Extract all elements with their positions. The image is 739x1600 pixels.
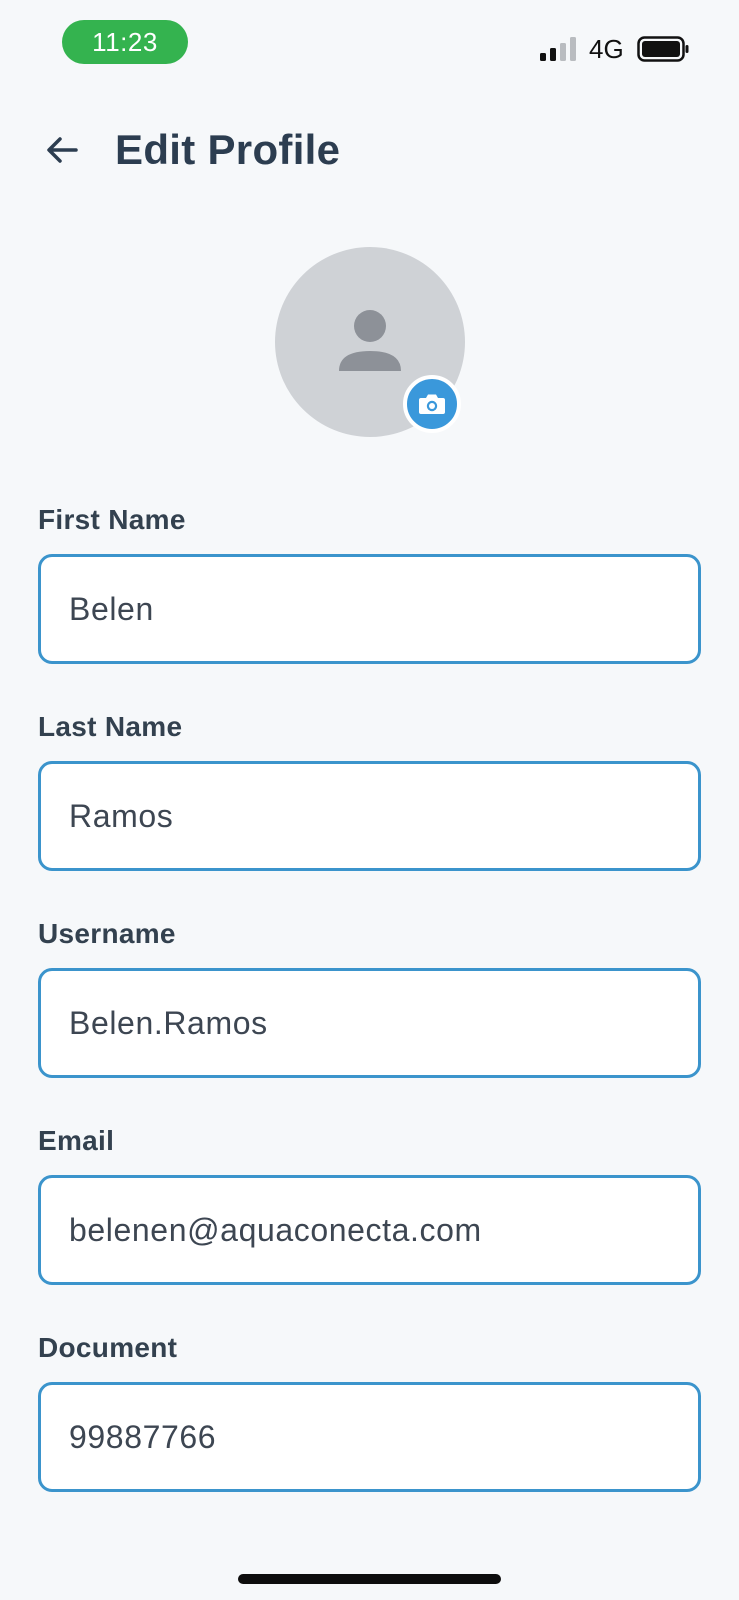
first-name-label: First Name bbox=[38, 504, 186, 535]
person-icon bbox=[339, 310, 401, 371]
avatar-section bbox=[275, 247, 465, 437]
status-time: 11:23 bbox=[62, 20, 188, 64]
first-name-field: First Name bbox=[38, 502, 701, 664]
page-title: Edit Profile bbox=[115, 126, 341, 173]
username-label: Username bbox=[38, 918, 176, 949]
email-input[interactable] bbox=[38, 1175, 701, 1285]
camera-icon bbox=[419, 394, 445, 414]
document-label: Document bbox=[38, 1332, 178, 1363]
email-label: Email bbox=[38, 1125, 115, 1156]
username-field: Username bbox=[38, 916, 701, 1078]
username-input[interactable] bbox=[38, 968, 701, 1078]
signal-icon bbox=[540, 37, 576, 61]
change-photo-button[interactable] bbox=[403, 375, 461, 433]
last-name-label: Last Name bbox=[38, 711, 183, 742]
document-field: Document bbox=[38, 1330, 701, 1492]
header: Edit Profile bbox=[0, 110, 739, 190]
first-name-input[interactable] bbox=[38, 554, 701, 664]
document-input[interactable] bbox=[38, 1382, 701, 1492]
status-bar: 11:23 4G bbox=[0, 0, 739, 90]
back-button[interactable] bbox=[38, 126, 86, 174]
email-field: Email bbox=[38, 1123, 701, 1285]
battery-icon bbox=[637, 36, 689, 62]
edit-profile-screen: 11:23 4G Edit Profile First Name Belen L… bbox=[0, 0, 739, 1600]
last-name-input[interactable] bbox=[38, 761, 701, 871]
network-label: 4G bbox=[589, 34, 624, 64]
home-indicator bbox=[238, 1574, 501, 1584]
arrow-left-icon bbox=[47, 137, 78, 163]
last-name-field: Last Name bbox=[38, 709, 701, 871]
